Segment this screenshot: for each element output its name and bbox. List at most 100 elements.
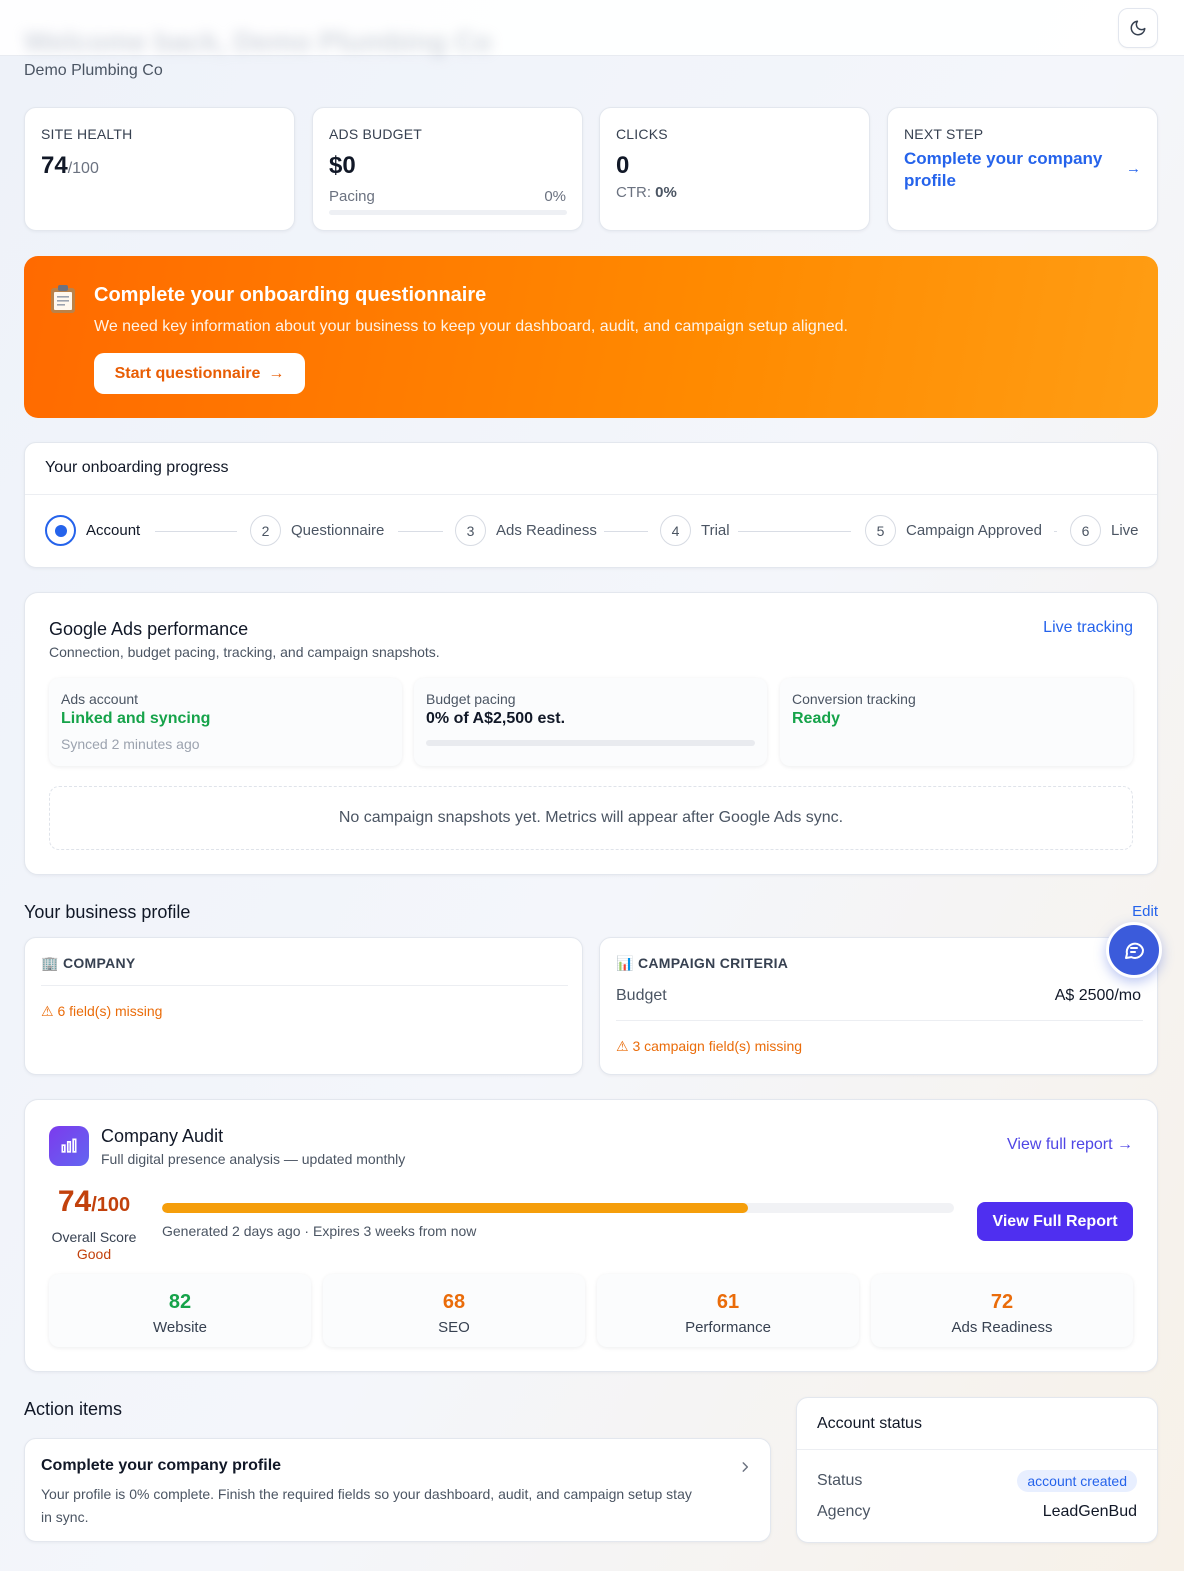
- score-name: SEO: [438, 1319, 470, 1336]
- step-label: Account: [86, 522, 141, 539]
- clipboard-icon: [50, 284, 76, 314]
- banner-description: We need key information about your busin…: [94, 318, 848, 335]
- score-value: 61: [716, 1291, 740, 1313]
- next-step-link[interactable]: Complete your company profile: [904, 148, 1114, 192]
- start-questionnaire-button[interactable]: Start questionnaire →: [94, 353, 305, 394]
- start-questionnaire-label: Start questionnaire: [114, 364, 261, 382]
- status-badge: account created: [1017, 1470, 1137, 1492]
- ctr-value: 0%: [655, 184, 677, 201]
- budget-pacing-bar: [426, 740, 755, 746]
- campaign-missing-warning: ⚠ 3 campaign field(s) missing: [616, 1038, 803, 1054]
- pacing-bar: [329, 210, 567, 215]
- chevron-right-icon: [742, 1462, 749, 1472]
- ads-account-sync: Synced 2 minutes ago: [61, 736, 200, 752]
- view-full-report-label: View Full Report: [992, 1212, 1118, 1230]
- site-health-label: SITE HEALTH: [41, 126, 133, 142]
- ctr-label: CTR:: [616, 184, 651, 201]
- step-number: 3: [455, 515, 486, 546]
- edit-profile-link[interactable]: Edit: [1132, 903, 1158, 920]
- business-profile-heading: Your business profile: [24, 902, 191, 922]
- ads-account-tile: Ads account Linked and syncing Synced 2 …: [49, 678, 402, 766]
- audit-score-bar: [162, 1203, 954, 1213]
- ads-budget-value: $0: [329, 152, 356, 179]
- status-label: Status: [817, 1472, 863, 1489]
- next-step-label: NEXT STEP: [904, 126, 984, 142]
- next-step-card[interactable]: NEXT STEP Complete your company profile …: [887, 107, 1158, 231]
- score-value: 72: [990, 1291, 1014, 1313]
- company-name: Demo Plumbing Co: [24, 62, 163, 79]
- ads-account-label: Ads account: [61, 691, 139, 707]
- budget-pacing-label: Budget pacing: [426, 691, 516, 707]
- score-value: 68: [442, 1291, 466, 1313]
- empty-state-text: No campaign snapshots yet. Metrics will …: [338, 809, 844, 826]
- chat-button[interactable]: [1106, 922, 1162, 978]
- clicks-card: CLICKS 0 CTR: 0%: [599, 107, 870, 231]
- score-tile-seo: 68 SEO: [323, 1274, 585, 1347]
- theme-toggle-button[interactable]: [1118, 8, 1158, 48]
- page-title: Welcome back, Demo Plumbing Co: [24, 26, 492, 57]
- action-item[interactable]: Complete your company profile Your profi…: [24, 1438, 771, 1542]
- step-campaign-approved: 5 Campaign Approved: [865, 515, 1042, 546]
- conversion-tracking-label: Conversion tracking: [792, 691, 916, 707]
- conversion-tracking-value: Ready: [792, 710, 841, 727]
- moon-icon: [1130, 20, 1146, 36]
- score-name: Website: [153, 1319, 207, 1336]
- banner-title: Complete your onboarding questionnaire: [94, 284, 487, 306]
- site-health-value: 74: [41, 152, 68, 179]
- account-status-card: Account status Status account created Ag…: [796, 1397, 1158, 1543]
- score-value: 82: [168, 1291, 192, 1313]
- audit-title: Company Audit: [101, 1126, 224, 1146]
- campaign-criteria-card: 📊 CAMPAIGN CRITERIA Budget A$ 2500/mo ⚠ …: [599, 937, 1158, 1075]
- account-status-title: Account status: [817, 1415, 922, 1432]
- step-label: Ads Readiness: [496, 522, 597, 539]
- agency-value: LeadGenBud: [1042, 1503, 1137, 1520]
- view-full-report-button[interactable]: View Full Report: [977, 1202, 1133, 1241]
- pacing-label: Pacing: [329, 188, 375, 205]
- live-tracking-link[interactable]: Live tracking: [1043, 619, 1133, 637]
- questionnaire-banner: Complete your onboarding questionnaire W…: [24, 256, 1158, 418]
- overall-score-suffix: /100: [91, 1194, 131, 1216]
- step-label: Campaign Approved: [906, 522, 1042, 539]
- budget-pacing-value: 0% of A$2,500 est.: [426, 710, 566, 727]
- clicks-label: CLICKS: [616, 126, 668, 142]
- bar-chart-icon: [49, 1126, 89, 1166]
- next-step-arrow: →: [1126, 160, 1141, 177]
- company-missing-warning: ⚠ 6 field(s) missing: [41, 1003, 163, 1019]
- score-tile-website: 82 Website: [49, 1274, 311, 1347]
- step-label: Trial: [701, 522, 730, 539]
- action-item-title: Complete your company profile: [41, 1457, 282, 1474]
- chart-icon: 📊: [616, 955, 634, 971]
- budget-pacing-tile: Budget pacing 0% of A$2,500 est.: [414, 678, 767, 766]
- clicks-value: 0: [616, 152, 630, 179]
- step-trial: 4 Trial: [660, 515, 730, 546]
- overall-score: 74/100 Overall Score Good: [49, 1184, 139, 1262]
- step-number: 5: [865, 515, 896, 546]
- step-account: Account: [45, 515, 140, 546]
- site-health-card: SITE HEALTH 74/100: [24, 107, 295, 231]
- overall-score-label: Overall Score: [51, 1229, 137, 1245]
- arrow-right-icon: →: [268, 364, 285, 382]
- step-label: Questionnaire: [291, 522, 385, 539]
- overall-score-grade: Good: [76, 1246, 112, 1262]
- audit-subtitle: Full digital presence analysis — updated…: [101, 1151, 406, 1167]
- view-full-report-link[interactable]: View full report →: [1007, 1136, 1133, 1154]
- score-name: Ads Readiness: [951, 1319, 1053, 1336]
- action-items-heading: Action items: [24, 1399, 123, 1419]
- step-label: Live: [1111, 522, 1139, 539]
- step-questionnaire: 2 Questionnaire: [250, 515, 384, 546]
- ads-account-value: Linked and syncing: [61, 710, 211, 727]
- site-health-suffix: /100: [67, 160, 99, 177]
- top-bar: Welcome back, Demo Plumbing Co: [0, 0, 1184, 57]
- company-title: COMPANY: [62, 955, 136, 971]
- campaign-criteria-title: CAMPAIGN CRITERIA: [637, 955, 789, 971]
- budget-value: A$ 2500/mo: [1054, 987, 1141, 1004]
- agency-label: Agency: [817, 1503, 871, 1520]
- step-number: 2: [250, 515, 281, 546]
- ads-budget-card: ADS BUDGET $0 Pacing 0%: [312, 107, 583, 231]
- ads-title: Google Ads performance: [49, 619, 249, 639]
- chat-icon: [1125, 942, 1144, 959]
- conversion-tracking-tile: Conversion tracking Ready: [780, 678, 1133, 766]
- company-card: 🏢 COMPANY ⚠ 6 field(s) missing: [24, 937, 583, 1075]
- step-number: 4: [660, 515, 691, 546]
- ads-subtitle: Connection, budget pacing, tracking, and…: [49, 644, 440, 660]
